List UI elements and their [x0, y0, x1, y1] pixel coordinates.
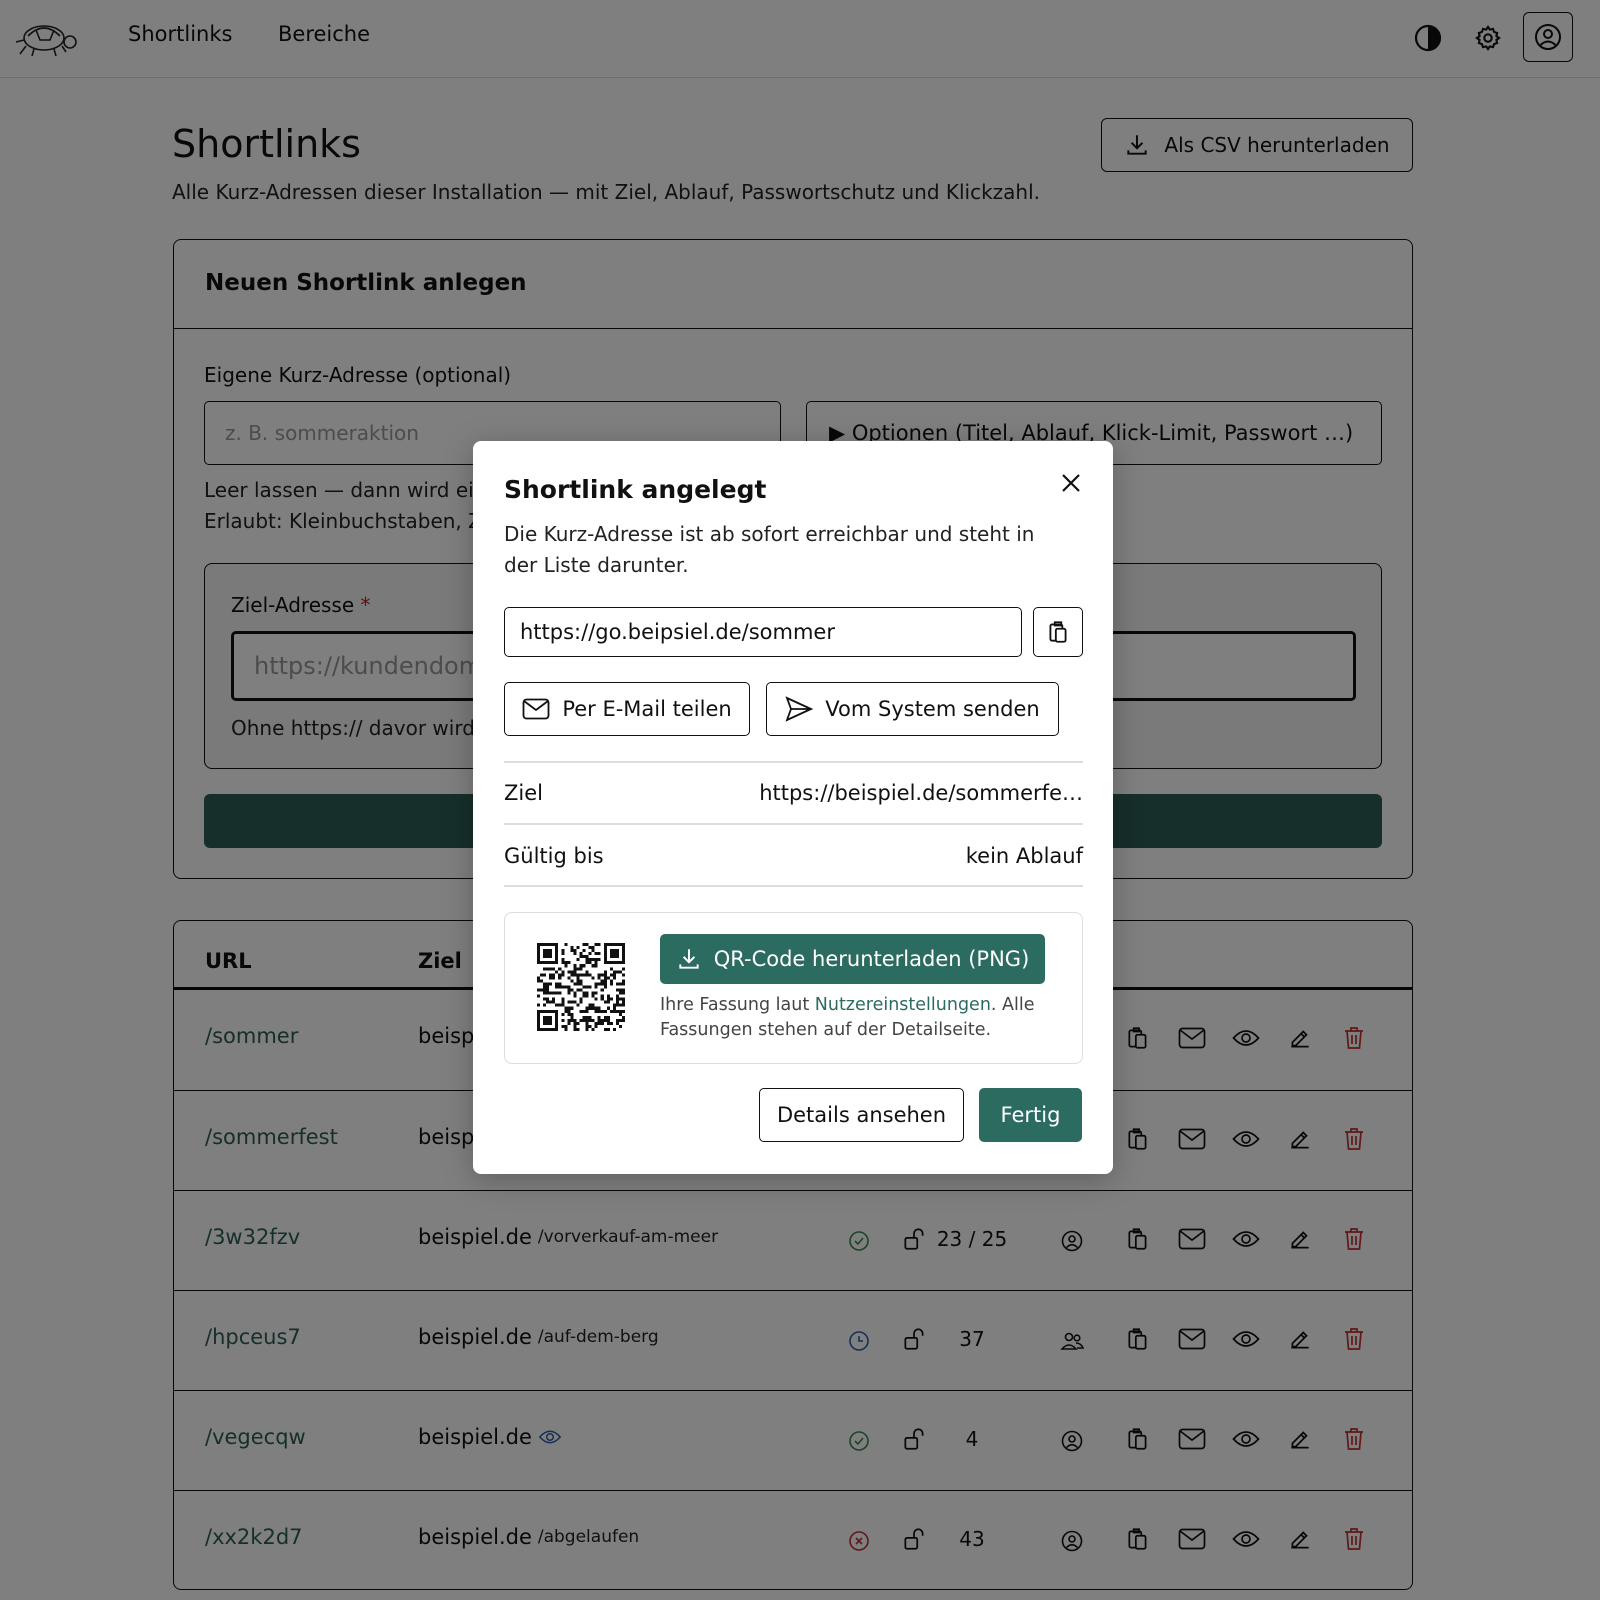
download-qr-button[interactable]: QR-Code herunterladen (PNG): [660, 934, 1045, 984]
dialog-title: Shortlink angelegt: [504, 475, 767, 504]
valid-until-key: Gültig bis: [504, 844, 604, 868]
dialog-description: Die Kurz-Adresse ist ab sofort erreichba…: [504, 522, 1035, 577]
valid-until-value: kein Ablauf: [965, 844, 1083, 868]
qr-code-panel: QR-Code herunterladen (PNG) Ihre Fassung…: [504, 912, 1083, 1064]
share-email-button[interactable]: Per E-Mail teilen: [504, 682, 750, 736]
clipboard-icon: [1049, 621, 1067, 643]
qr-note: Ihre Fassung laut Nutzereinstellungen. A…: [660, 993, 1070, 1043]
qr-note-prefix: Ihre Fassung laut: [660, 995, 815, 1015]
shortlink-created-dialog: Shortlink angelegt Die Kurz-Adresse ist …: [473, 441, 1113, 1174]
download-icon: [679, 949, 699, 969]
copy-url-button[interactable]: [1033, 607, 1083, 657]
divider: [504, 823, 1083, 825]
short-url-field[interactable]: https://go.beipsiel.de/sommer: [504, 607, 1022, 657]
divider: [504, 761, 1083, 763]
user-settings-link[interactable]: Nutzereinstellungen: [815, 995, 991, 1015]
send-system-button[interactable]: Vom System senden: [766, 682, 1059, 736]
short-url-value: https://go.beipsiel.de/sommer: [520, 620, 835, 644]
qr-code-image: [537, 943, 625, 1031]
view-details-button[interactable]: Details ansehen: [759, 1088, 964, 1142]
send-system-label: Vom System senden: [825, 697, 1040, 721]
done-label: Fertig: [1000, 1103, 1061, 1127]
download-qr-label: QR-Code herunterladen (PNG): [713, 947, 1030, 971]
send-icon: [785, 696, 814, 722]
mail-icon: [522, 698, 550, 720]
share-email-label: Per E-Mail teilen: [562, 697, 732, 721]
done-button[interactable]: Fertig: [979, 1088, 1082, 1142]
view-details-label: Details ansehen: [776, 1103, 947, 1127]
close-icon[interactable]: [1057, 469, 1085, 497]
target-value: https://beispiel.de/sommerfe…: [759, 781, 1083, 805]
divider: [504, 885, 1083, 887]
target-key: Ziel: [504, 781, 543, 805]
